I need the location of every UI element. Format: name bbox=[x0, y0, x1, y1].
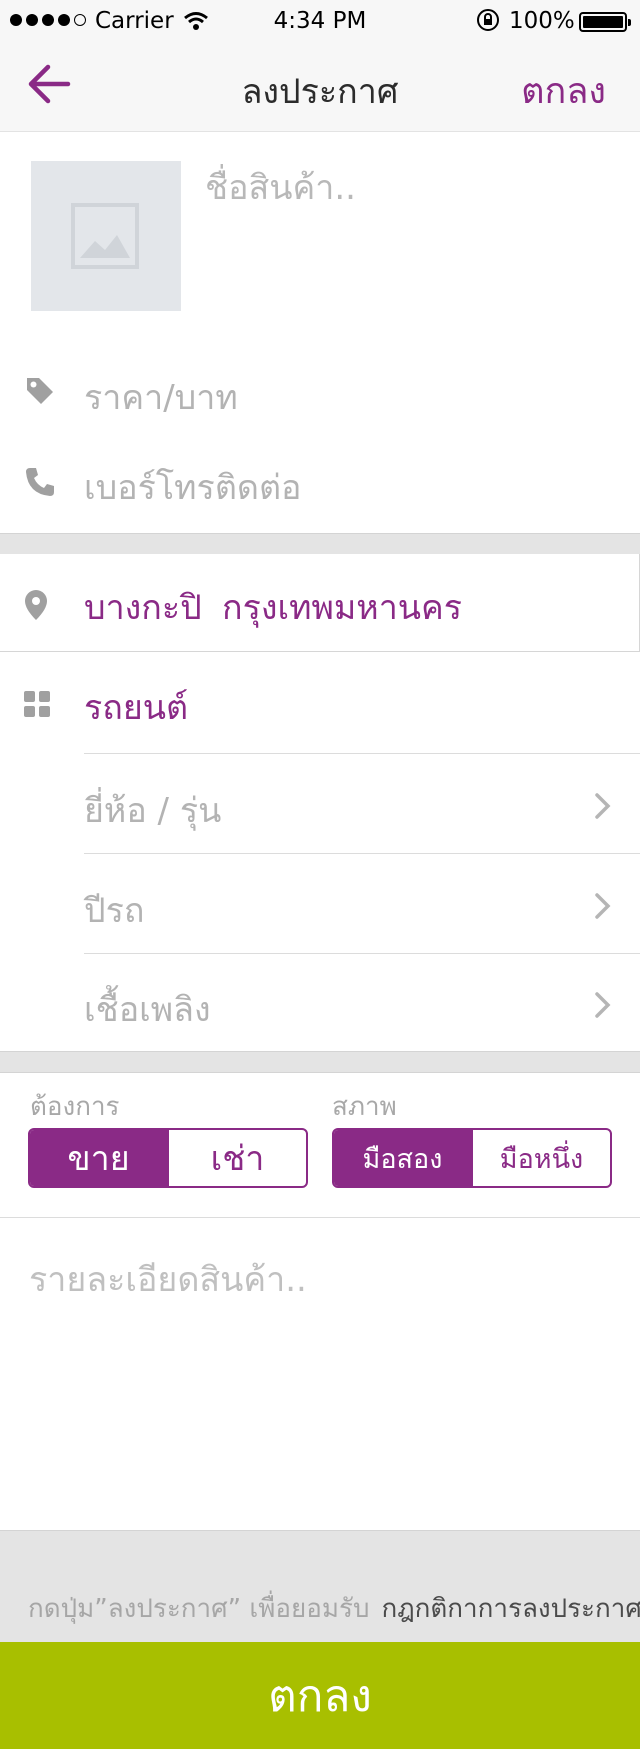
want-option-sell[interactable]: ขาย bbox=[30, 1130, 167, 1186]
phone-icon bbox=[24, 466, 56, 502]
done-button[interactable]: ตกลง bbox=[521, 62, 606, 119]
condition-label: สภาพ bbox=[332, 1092, 397, 1122]
want-label: ต้องการ bbox=[30, 1092, 120, 1122]
nav-bar: ลงประกาศ ตกลง bbox=[0, 40, 640, 132]
divider bbox=[84, 953, 640, 954]
chevron-right-icon bbox=[594, 792, 612, 824]
condition-option-used[interactable]: มือสอง bbox=[334, 1130, 471, 1186]
battery-icon bbox=[579, 12, 631, 32]
terms-text: กดปุ่ม”ลงประกาศ” เพื่อยอมรับ bbox=[28, 1594, 370, 1624]
brand-model-field[interactable]: ยี่ห้อ / รุ่น bbox=[84, 783, 221, 837]
status-bar: Carrier 4:34 PM 100% bbox=[0, 0, 640, 40]
terms-notice: กดปุ่ม”ลงประกาศ” เพื่อยอมรับ กฎกติกาการลง… bbox=[28, 1588, 640, 1629]
terms-link[interactable]: กฎกติกาการลงประกาศ bbox=[381, 1594, 640, 1624]
chevron-right-icon bbox=[594, 892, 612, 924]
want-option-rent[interactable]: เช่า bbox=[167, 1130, 306, 1186]
fuel-type-field[interactable]: เชื้อเพลิง bbox=[84, 982, 211, 1036]
battery-percent: 100% bbox=[509, 8, 575, 34]
image-placeholder-icon bbox=[71, 203, 139, 269]
rotation-lock-icon bbox=[476, 8, 500, 38]
price-input[interactable]: ราคา/บาท bbox=[84, 370, 238, 424]
car-year-field[interactable]: ปีรถ bbox=[84, 883, 144, 937]
map-pin-icon bbox=[24, 589, 48, 625]
submit-button[interactable]: ตกลง bbox=[0, 1642, 640, 1749]
divider bbox=[0, 1217, 640, 1218]
phone-input[interactable]: เบอร์โทรติดต่อ bbox=[84, 460, 301, 514]
divider bbox=[84, 853, 640, 854]
price-tag-icon bbox=[24, 375, 56, 411]
product-photo-picker[interactable] bbox=[31, 161, 181, 311]
product-name-input[interactable]: ชื่อสินค้า.. bbox=[205, 160, 356, 214]
location-province: กรุงเทพมหานคร bbox=[222, 588, 463, 628]
product-details-textarea[interactable]: รายละเอียดสินค้า.. bbox=[29, 1252, 307, 1306]
condition-option-new[interactable]: มือหนึ่ง bbox=[471, 1130, 610, 1186]
section-divider bbox=[0, 533, 640, 555]
location-selector[interactable]: บางกะปิ กรุงเทพมหานคร bbox=[0, 554, 640, 652]
divider bbox=[84, 753, 640, 754]
location-district: บางกะปิ bbox=[84, 588, 202, 628]
want-segmented-control: ขาย เช่า bbox=[28, 1128, 308, 1188]
category-grid-icon bbox=[24, 691, 50, 721]
condition-segmented-control: มือสอง มือหนึ่ง bbox=[332, 1128, 612, 1188]
chevron-right-icon bbox=[594, 991, 612, 1023]
section-divider bbox=[0, 1051, 640, 1073]
category-selector[interactable]: รถยนต์ bbox=[84, 680, 188, 734]
